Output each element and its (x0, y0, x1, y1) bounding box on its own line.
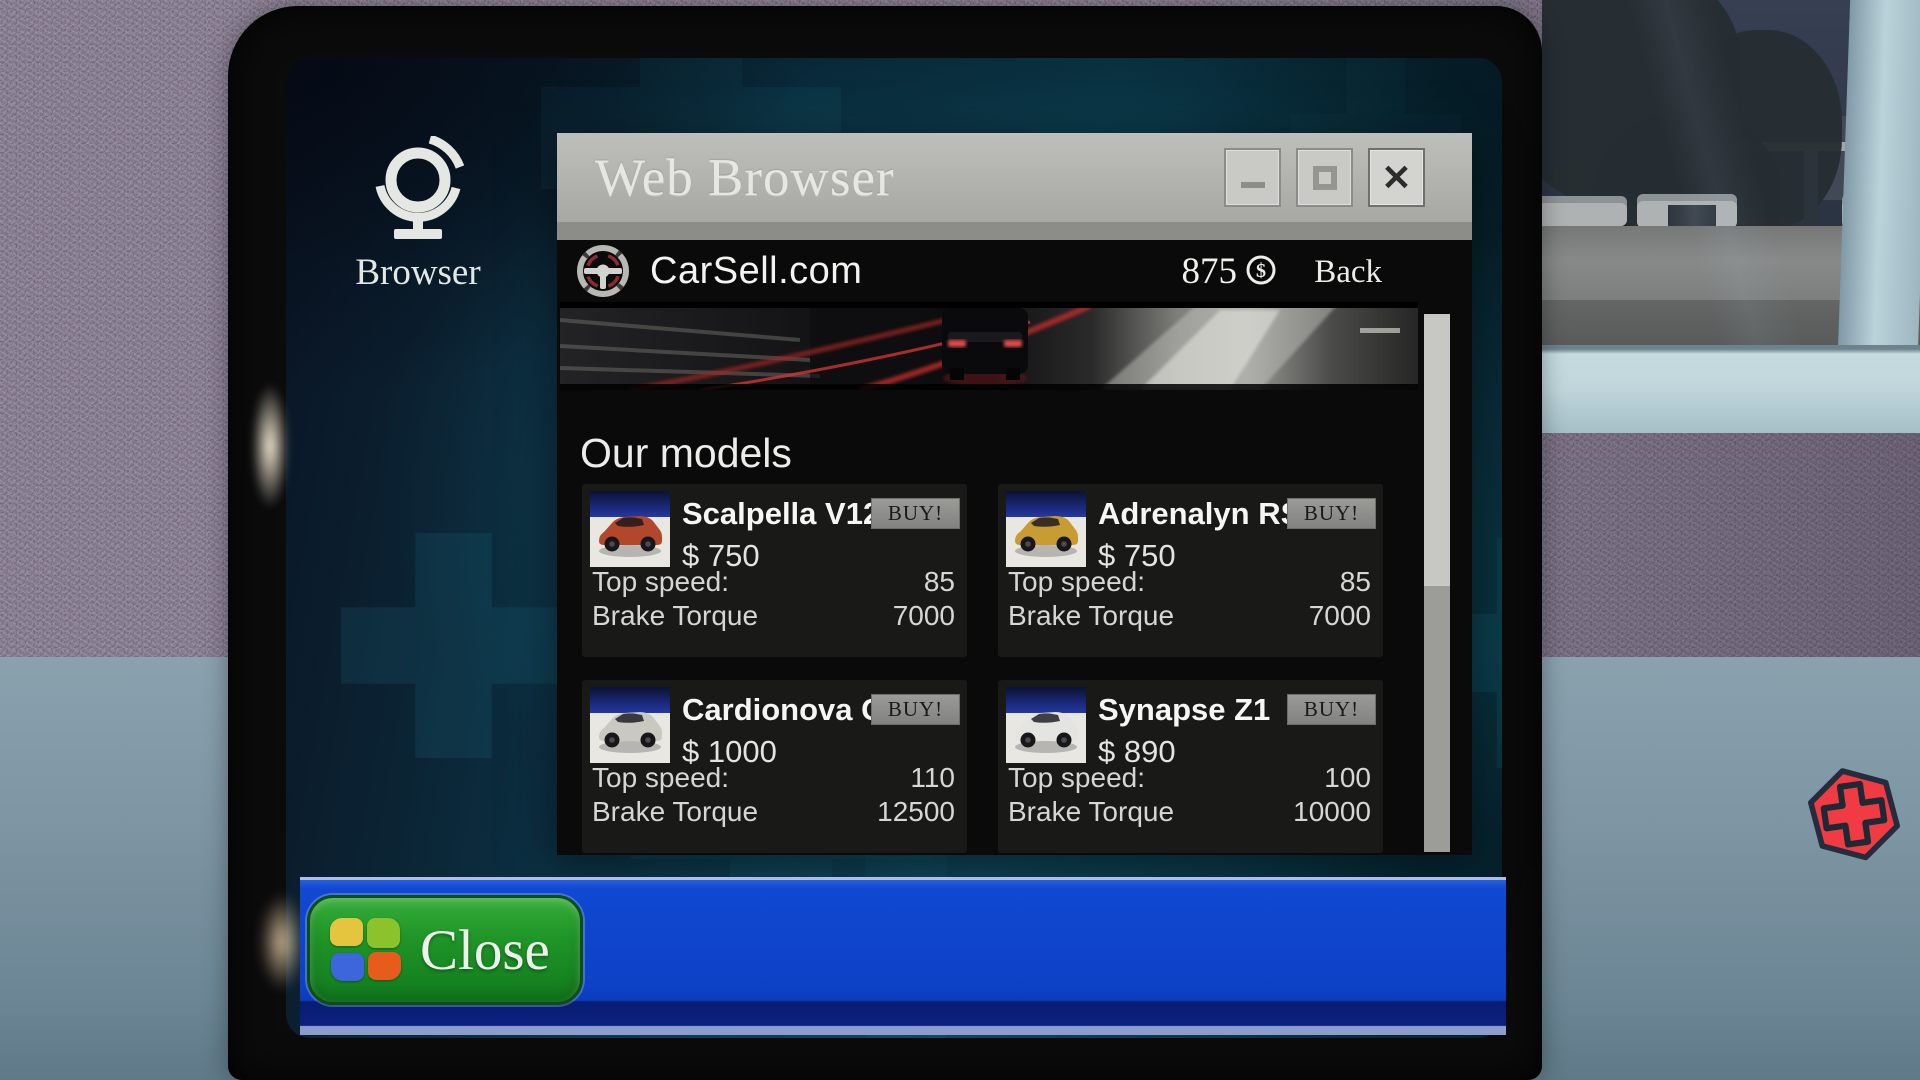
car-card: Adrenalyn RS $ 750 BUY! Top speed:85 Bra… (998, 484, 1383, 657)
bezel-glare (244, 358, 296, 534)
currency-coin-icon: $ (1244, 253, 1278, 287)
close-window-button[interactable]: ✕ (1368, 148, 1425, 207)
carsell-logo-icon (575, 243, 631, 299)
window-sill (1542, 345, 1920, 433)
parked-van (1542, 196, 1627, 226)
brake-torque-value: 7000 (893, 600, 955, 632)
plus-pattern (341, 533, 566, 758)
browser-content: CarSell.com 875 $ Back (557, 240, 1472, 855)
section-title: Our models (580, 430, 792, 477)
wall-under-window (1542, 430, 1920, 1080)
car-name: Synapse Z1 (1098, 692, 1270, 728)
car-name: Scalpella V12 (682, 496, 880, 532)
brake-torque-value: 10000 (1293, 796, 1371, 828)
buy-button[interactable]: BUY! (1287, 498, 1376, 529)
brake-torque-label: Brake Torque (1008, 796, 1174, 828)
buy-button[interactable]: BUY! (871, 694, 960, 725)
close-computer-button[interactable]: Close (307, 895, 583, 1005)
car-card: Synapse Z1 $ 890 BUY! Top speed:100 Brak… (998, 680, 1383, 853)
tree-trunk (1668, 205, 1716, 345)
tree-canopy (1682, 30, 1842, 230)
top-speed-label: Top speed: (592, 566, 729, 598)
browser-window: Web Browser ✕ CarSell.com 875 $ (557, 133, 1472, 855)
window-frame-post (1838, 0, 1920, 361)
top-speed-value: 85 (924, 566, 955, 598)
close-icon: ✕ (1381, 160, 1411, 196)
hero-banner-image (560, 302, 1418, 390)
car-thumbnail (1006, 687, 1086, 763)
back-button[interactable]: Back (1314, 254, 1382, 291)
car-card: Scalpella V12 $ 750 BUY! Top speed:85 Br… (582, 484, 967, 657)
minimize-icon (1241, 182, 1265, 188)
brake-torque-label: Brake Torque (592, 600, 758, 632)
site-name: CarSell.com (650, 250, 862, 293)
buy-button[interactable]: BUY! (871, 498, 960, 529)
window-view (1542, 0, 1920, 1080)
globe-icon (370, 136, 466, 240)
top-speed-value: 100 (1324, 762, 1371, 794)
brake-torque-label: Brake Torque (1008, 600, 1174, 632)
brake-torque-value: 7000 (1309, 600, 1371, 632)
currency-balance: 875 (1182, 250, 1238, 293)
close-button-label: Close (420, 918, 550, 983)
maximize-button[interactable] (1296, 148, 1353, 207)
window-controls: ✕ (1224, 148, 1425, 207)
scrollbar-thumb[interactable] (1424, 314, 1450, 586)
health-icon[interactable] (1798, 756, 1910, 868)
scrollbar-track[interactable] (1424, 314, 1450, 852)
top-speed-label: Top speed: (1008, 762, 1145, 794)
titlebar-divider (557, 222, 1472, 240)
car-thumbnail (590, 687, 670, 763)
car-name: Adrenalyn RS (1098, 496, 1301, 532)
car-thumbnail (590, 491, 670, 567)
desktop-icon-label: Browser (338, 251, 498, 294)
window-title: Web Browser (595, 148, 895, 208)
top-speed-label: Top speed: (1008, 566, 1145, 598)
tree-canopy (1542, 0, 1742, 206)
car-thumbnail (1006, 491, 1086, 567)
parked-van (1637, 194, 1737, 228)
brake-torque-value: 12500 (877, 796, 955, 828)
brake-torque-label: Brake Torque (592, 796, 758, 828)
desktop-icon-browser[interactable]: Browser (338, 136, 498, 294)
window-panes-icon (330, 918, 402, 982)
top-speed-value: 110 (910, 762, 955, 794)
top-speed-value: 85 (1340, 566, 1371, 598)
top-speed-label: Top speed: (592, 762, 729, 794)
maximize-icon (1313, 166, 1337, 190)
tree-canopy (1592, 110, 1782, 280)
svg-text:$: $ (1256, 260, 1266, 282)
minimize-button[interactable] (1224, 148, 1281, 207)
game-scene: Browser Web Browser ✕ CarSell.com (0, 0, 1920, 1080)
car-card-grid: Scalpella V12 $ 750 BUY! Top speed:85 Br… (582, 484, 1383, 853)
car-card: Cardionova GT $ 1000 BUY! Top speed:110 … (582, 680, 967, 853)
tree-trunk (1804, 150, 1818, 280)
buy-button[interactable]: BUY! (1287, 694, 1376, 725)
